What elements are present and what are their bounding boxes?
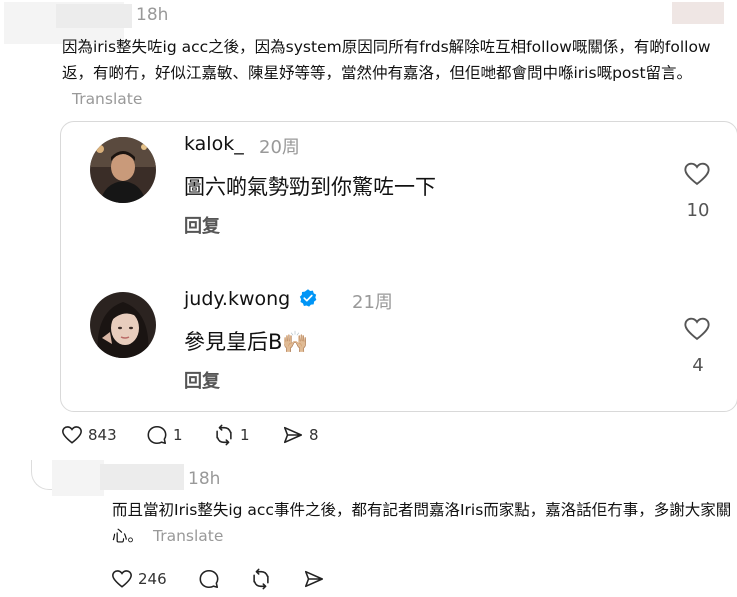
like-count: 246 [138,570,167,588]
post-body: 因為iris整失咗ig acc之後，因為system原因同所有frds解除咗互相… [62,34,730,112]
like-count: 843 [88,426,117,444]
comment-icon [147,425,167,445]
comment-button[interactable] [198,568,220,590]
heart-icon [112,570,132,588]
share-button[interactable]: 8 [282,424,319,446]
man-portrait-icon [90,137,156,203]
reply-username[interactable]: judy.kwong [184,288,318,310]
blurred-more-menu[interactable] [672,2,724,24]
avatar-judy-kwong[interactable] [90,292,156,358]
repost-icon [216,424,232,446]
avatar-kalok[interactable] [90,137,156,203]
share-count: 8 [309,426,319,444]
heart-icon[interactable] [682,160,712,188]
share-button[interactable] [303,568,325,590]
heart-icon [62,426,82,444]
reply-button[interactable]: 回复 [184,212,220,238]
reply-text: 參見皇后B🙌🏼 [184,330,309,354]
post-body: 而且當初Iris整失ig acc事件之後，都有記者問嘉洛Iris而家點，嘉洛話佢… [112,497,732,549]
like-button[interactable]: 246 [111,568,167,590]
reply-like-count: 10 [686,200,710,221]
repost-count: 1 [240,426,250,444]
send-icon [304,570,324,588]
blurred-username [100,464,184,490]
post-text: 因為iris整失咗ig acc之後，因為system原因同所有frds解除咗互相… [62,38,711,82]
comment-count: 1 [173,426,183,444]
heart-icon[interactable] [682,315,712,343]
translate-link[interactable]: Translate [72,90,142,108]
reply-like-count: 4 [692,355,704,376]
comment-button[interactable]: 1 [146,424,183,446]
reply-button[interactable]: 回复 [184,367,220,393]
reply-username[interactable]: kalok_ [184,133,244,155]
like-button[interactable]: 843 [61,424,117,446]
comment-icon [199,569,219,589]
post-timestamp: 18h [136,5,169,25]
reply-text: 圖六啲氣勢勁到你驚咗一下 [184,175,436,199]
woman-portrait-icon [90,292,156,358]
blurred-username [56,4,132,28]
verified-badge-icon [300,289,317,307]
translate-link[interactable]: Translate [153,527,223,545]
reply-time: 20周 [259,137,300,158]
reply-time: 21周 [352,292,393,313]
quoted-comments-card[interactable]: kalok_ 20周 圖六啲氣勢勁到你驚咗一下 回复 10 judy.kwong… [60,121,737,412]
repost-button[interactable] [250,568,272,590]
repost-button[interactable]: 1 [213,424,250,446]
blurred-avatar [52,460,104,496]
send-icon [283,426,303,444]
repost-icon [253,568,269,590]
reply-username-text: judy.kwong [184,288,291,310]
post-timestamp: 18h [188,469,221,489]
